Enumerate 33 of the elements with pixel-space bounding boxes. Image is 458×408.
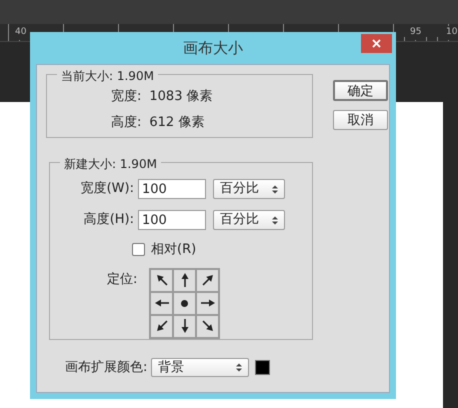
- input-field[interactable]: 100: [138, 179, 206, 199]
- dropdown[interactable]: 百分比: [213, 210, 285, 230]
- field-value: 612 像素: [149, 114, 204, 132]
- dropdown[interactable]: 背景: [151, 358, 249, 378]
- dialog-button[interactable]: 取消: [333, 110, 388, 130]
- input-field[interactable]: 100: [138, 210, 206, 230]
- field-label: 高度(H):: [82, 211, 135, 230]
- field-value: 1083 像素: [149, 88, 213, 106]
- ruler-number: 95: [408, 26, 422, 40]
- group-legend: 当前大小: 1.90M: [57, 67, 158, 85]
- color-swatch[interactable]: [255, 360, 270, 376]
- anchor-grid[interactable]: [149, 268, 220, 338]
- group-legend: 新建大小: 1.90M: [60, 155, 161, 173]
- dropdown[interactable]: 百分比: [213, 179, 285, 199]
- ruler-number: 10: [444, 26, 458, 40]
- dialog-button[interactable]: 确定: [333, 80, 388, 101]
- spinner-arrows-icon: [272, 184, 278, 194]
- close-button[interactable]: [361, 34, 392, 53]
- dot-icon: [181, 300, 188, 306]
- checkbox[interactable]: [132, 243, 145, 256]
- arrow-icon: [200, 272, 216, 288]
- arrow-icon: [200, 318, 216, 334]
- window-title: 画布大小: [183, 38, 243, 59]
- anchor-label: 定位:: [107, 270, 138, 288]
- checkbox-label[interactable]: 相对(R): [151, 240, 196, 260]
- field-label: 高度:: [111, 114, 142, 132]
- field-label: 宽度:: [111, 88, 142, 106]
- field-label: 画布扩展颜色:: [65, 359, 148, 377]
- close-icon: [372, 39, 381, 48]
- field-label: 宽度(W):: [80, 180, 135, 198]
- ruler-number: 40: [13, 26, 26, 40]
- spinner-arrows-icon: [272, 216, 278, 224]
- spinner-arrows-icon: [236, 363, 242, 372]
